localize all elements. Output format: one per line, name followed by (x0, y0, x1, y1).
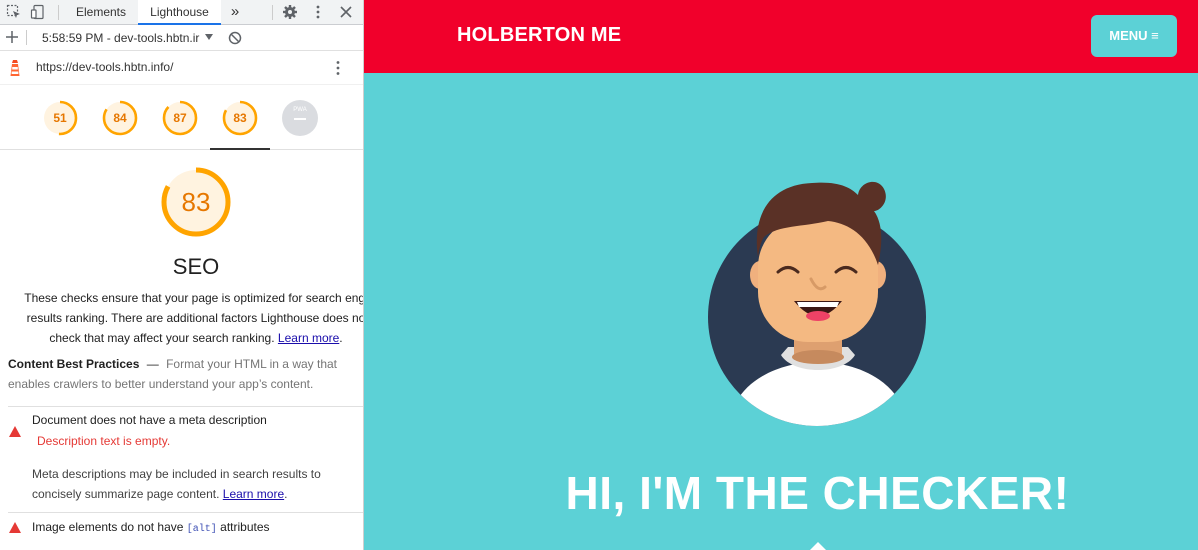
scroll-up-arrow-icon[interactable] (810, 542, 826, 550)
audit-divider (8, 512, 363, 513)
report-menu-icon[interactable] (334, 60, 342, 76)
audit-title[interactable]: Document does not have a meta descriptio… (32, 413, 267, 427)
site-brand[interactable]: HOLBERTON ME (457, 24, 621, 47)
audit-description: Meta descriptions may be included in sea… (32, 464, 352, 504)
lighthouse-toolbar: 5:58:59 PM - dev-tools.hbtn.ir (0, 25, 363, 51)
site-navbar: HOLBERTON ME MENU ≡ (364, 0, 1198, 73)
active-gauge-indicator (210, 148, 270, 150)
teeth (797, 302, 839, 307)
seo-score: 83 (233, 111, 247, 125)
group-title: Content Best Practices (8, 357, 140, 371)
more-options-icon[interactable] (310, 4, 326, 20)
pwa-label: PWA (293, 107, 307, 113)
period: . (339, 331, 343, 345)
toolbar-separator (58, 5, 59, 20)
avatar-illustration (708, 181, 926, 426)
best-practices-score: 87 (173, 111, 187, 125)
performance-score: 51 (53, 111, 67, 125)
category-desc-line: These checks ensure that your page is op… (24, 291, 364, 305)
report-selector[interactable]: 5:58:59 PM - dev-tools.hbtn.ir (42, 31, 202, 45)
tab-elements[interactable]: Elements (68, 0, 134, 25)
score-gauges: 51 84 87 83 PWA (0, 85, 363, 150)
audit-learn-more-link[interactable]: Learn more (223, 487, 284, 501)
toolbar-separator (26, 30, 27, 45)
website-viewport: HOLBERTON ME MENU ≡ HI, I'M THE CHECKER! (364, 0, 1198, 550)
category-desc-line: results ranking. There are additional fa… (26, 311, 364, 325)
report-url-row: https://dev-tools.hbtn.info/ (0, 51, 363, 85)
category-desc-text: check that may affect your search rankin… (49, 331, 275, 345)
menu-button[interactable]: MENU ≡ (1091, 15, 1177, 57)
group-dash: — (146, 357, 159, 371)
period: . (284, 487, 288, 501)
toolbar-separator (272, 5, 273, 20)
lighthouse-logo-icon (10, 60, 20, 76)
more-tabs-button[interactable]: » (228, 0, 242, 25)
face (758, 217, 878, 342)
tongue (806, 311, 830, 321)
devtools-panel: Elements Lighthouse » 5:58:59 PM - dev-t… (0, 0, 364, 550)
neck-shadow (792, 350, 844, 364)
settings-gear-icon[interactable] (282, 4, 298, 20)
fail-triangle-icon (9, 426, 21, 437)
hero-title: HI, I'M THE CHECKER! (565, 467, 1070, 519)
inspect-element-icon[interactable] (6, 4, 22, 20)
device-toolbar-icon[interactable] (30, 4, 46, 20)
dropdown-arrow-icon[interactable] (205, 34, 213, 40)
category-description: These checks ensure that your page is op… (0, 288, 364, 348)
audit-title-text: Image elements do not have (32, 520, 184, 534)
new-report-plus-icon[interactable] (5, 30, 19, 44)
seo-big-score: 83 (181, 187, 211, 217)
devtools-tabbar: Elements Lighthouse » (0, 0, 363, 25)
learn-more-link[interactable]: Learn more (278, 331, 339, 345)
accessibility-score: 84 (113, 111, 127, 125)
audit-divider (8, 406, 363, 407)
audit-title-img-alt[interactable]: Image elements do not have [alt] attribu… (32, 520, 270, 535)
fail-triangle-icon (9, 522, 21, 533)
audit-title-text: attributes (220, 520, 270, 534)
pwa-dash-icon (294, 118, 306, 120)
audit-code: [alt] (186, 524, 217, 535)
close-devtools-icon[interactable] (338, 4, 354, 20)
category-desc-line-3: check that may affect your search rankin… (0, 328, 363, 348)
clear-reports-icon[interactable] (228, 31, 242, 45)
category-title: SEO (172, 254, 220, 279)
tab-lighthouse[interactable]: Lighthouse (138, 0, 221, 25)
report-url: https://dev-tools.hbtn.info/ (36, 60, 174, 74)
audit-error: Description text is empty. (37, 434, 171, 448)
group-header: Content Best Practices — Format your HTM… (8, 354, 360, 394)
